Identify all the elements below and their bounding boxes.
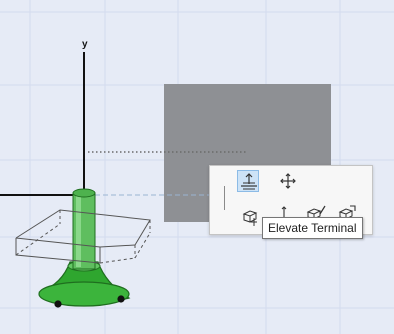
y-axis-label: y: [82, 39, 88, 50]
node-handle-right[interactable]: [117, 295, 125, 303]
elevate-terminal-icon: [241, 173, 257, 190]
node-handle-left[interactable]: [54, 300, 62, 308]
offset-elevation-button[interactable]: [240, 206, 262, 228]
palette-divider: [224, 186, 225, 210]
elevate-terminal-button[interactable]: [237, 170, 259, 192]
offset-elevation-icon: [242, 210, 258, 226]
move-button[interactable]: [277, 170, 299, 192]
move-cross-icon: [280, 173, 296, 189]
terminal-pipe-highlight: [76, 195, 81, 267]
terminal-cone-bottom: [38, 281, 130, 307]
tooltip: Elevate Terminal: [262, 217, 363, 239]
terminal-pipe-top: [72, 188, 96, 198]
